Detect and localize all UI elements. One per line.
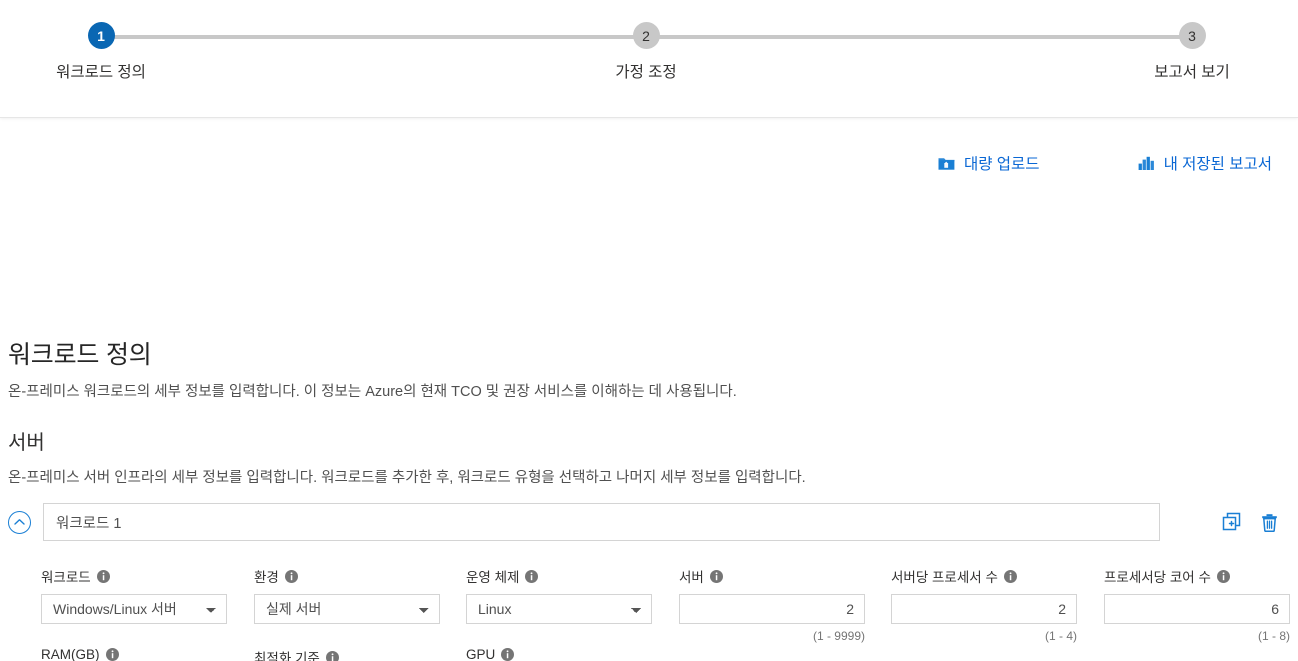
- field-environment: 환경 실제 서버: [254, 566, 440, 624]
- cores-per-processor-input[interactable]: [1104, 594, 1290, 624]
- environment-select[interactable]: 실제 서버: [254, 594, 440, 624]
- field-servers-label-wrap: 서버: [679, 566, 865, 586]
- info-icon[interactable]: [105, 648, 119, 661]
- section-subtitle-server: 온-프레미스 서버 인프라의 세부 정보를 입력합니다. 워크로드를 추가한 후…: [8, 470, 806, 486]
- field-processors-label: 서버당 프로세서 수: [891, 570, 998, 585]
- bulk-upload-label: 대량 업로드: [963, 156, 1040, 173]
- field-gpu: GPU 없음: [466, 647, 652, 661]
- field-os-label: 운영 체제: [466, 570, 520, 585]
- field-os-label-wrap: 운영 체제: [466, 566, 652, 586]
- operating-system-select[interactable]: Linux: [466, 594, 652, 624]
- bar-chart-icon: [1138, 156, 1155, 171]
- field-cores-per-processor: 프로세서당 코어 수 (1 - 8): [1104, 566, 1290, 643]
- delete-workload-icon[interactable]: [1259, 512, 1280, 533]
- stepper-step-2[interactable]: 2 가정 조정: [526, 22, 766, 82]
- info-icon[interactable]: [1216, 569, 1230, 583]
- workload-row-actions: [1222, 512, 1280, 533]
- field-workload: 워크로드 Windows/Linux 서버: [41, 566, 227, 624]
- folder-upload-icon: [938, 156, 955, 171]
- stepper-step-3[interactable]: 3 보고서 보기: [1072, 22, 1298, 82]
- field-ram-label: RAM(GB): [41, 647, 100, 661]
- field-cores-label: 프로세서당 코어 수: [1104, 570, 1211, 585]
- progress-stepper: 1 워크로드 정의 2 가정 조정 3 보고서 보기: [0, 0, 1298, 118]
- info-icon[interactable]: [325, 650, 339, 661]
- top-action-links: 대량 업로드 내 저장된 보고서: [938, 152, 1272, 174]
- info-icon[interactable]: [284, 569, 298, 583]
- collapse-workload-button[interactable]: [8, 510, 31, 534]
- processors-per-server-input[interactable]: [891, 594, 1077, 624]
- field-environment-label: 환경: [254, 570, 279, 585]
- stepper-step-1-label: 워크로드 정의: [56, 64, 146, 81]
- saved-reports-link[interactable]: 내 저장된 보고서: [1138, 152, 1272, 174]
- info-icon[interactable]: [709, 569, 723, 583]
- field-ram: RAM(GB) (1 - 448): [41, 647, 227, 661]
- info-icon[interactable]: [501, 648, 515, 661]
- stepper-step-1-number: 1: [87, 22, 115, 49]
- stepper-step-2-label: 가정 조정: [615, 64, 677, 81]
- stepper-step-3-number: 3: [1178, 22, 1206, 49]
- info-icon[interactable]: [1003, 569, 1017, 583]
- servers-range-hint: (1 - 9999): [812, 629, 865, 643]
- chevron-up-icon: [14, 513, 25, 531]
- info-icon[interactable]: [96, 569, 110, 583]
- stepper-step-2-number: 2: [632, 22, 660, 49]
- field-workload-label: 워크로드: [41, 570, 91, 585]
- bulk-upload-link[interactable]: 대량 업로드: [938, 152, 1040, 174]
- field-cores-label-wrap: 프로세서당 코어 수: [1104, 566, 1290, 586]
- workload-type-select[interactable]: Windows/Linux 서버: [41, 594, 227, 624]
- stepper-step-1[interactable]: 1 워크로드 정의: [0, 22, 221, 82]
- field-processors-label-wrap: 서버당 프로세서 수: [891, 566, 1077, 586]
- workload-header-row: [8, 503, 1290, 541]
- section-title-server: 서버: [8, 432, 45, 454]
- field-environment-label-wrap: 환경: [254, 566, 440, 586]
- cores-range-hint: (1 - 8): [1257, 629, 1290, 643]
- field-servers-label: 서버: [679, 570, 704, 585]
- page-title: 워크로드 정의: [8, 341, 152, 369]
- field-gpu-label: GPU: [466, 647, 496, 661]
- page-subtitle: 온-프레미스 워크로드의 세부 정보를 입력합니다. 이 정보는 Azure의 …: [8, 384, 737, 400]
- info-icon[interactable]: [525, 569, 539, 583]
- field-ram-label-wrap: RAM(GB): [41, 647, 227, 661]
- workload-name-input[interactable]: [43, 503, 1160, 541]
- field-optimize-label: 최적화 기준: [254, 651, 320, 661]
- field-optimize-by: 최적화 기준 CPU: [254, 647, 440, 661]
- field-operating-system: 운영 체제 Linux: [466, 566, 652, 624]
- field-optimize-label-wrap: 최적화 기준: [254, 647, 440, 661]
- servers-input[interactable]: [679, 594, 865, 624]
- duplicate-workload-icon[interactable]: [1222, 512, 1243, 533]
- field-processors-per-server: 서버당 프로세서 수 (1 - 4): [891, 566, 1077, 643]
- processors-range-hint: (1 - 4): [1044, 629, 1077, 643]
- saved-reports-label: 내 저장된 보고서: [1163, 156, 1272, 173]
- field-workload-label-wrap: 워크로드: [41, 566, 227, 586]
- field-servers: 서버 (1 - 9999): [679, 566, 865, 643]
- field-gpu-label-wrap: GPU: [466, 647, 652, 661]
- stepper-step-3-label: 보고서 보기: [1154, 64, 1230, 81]
